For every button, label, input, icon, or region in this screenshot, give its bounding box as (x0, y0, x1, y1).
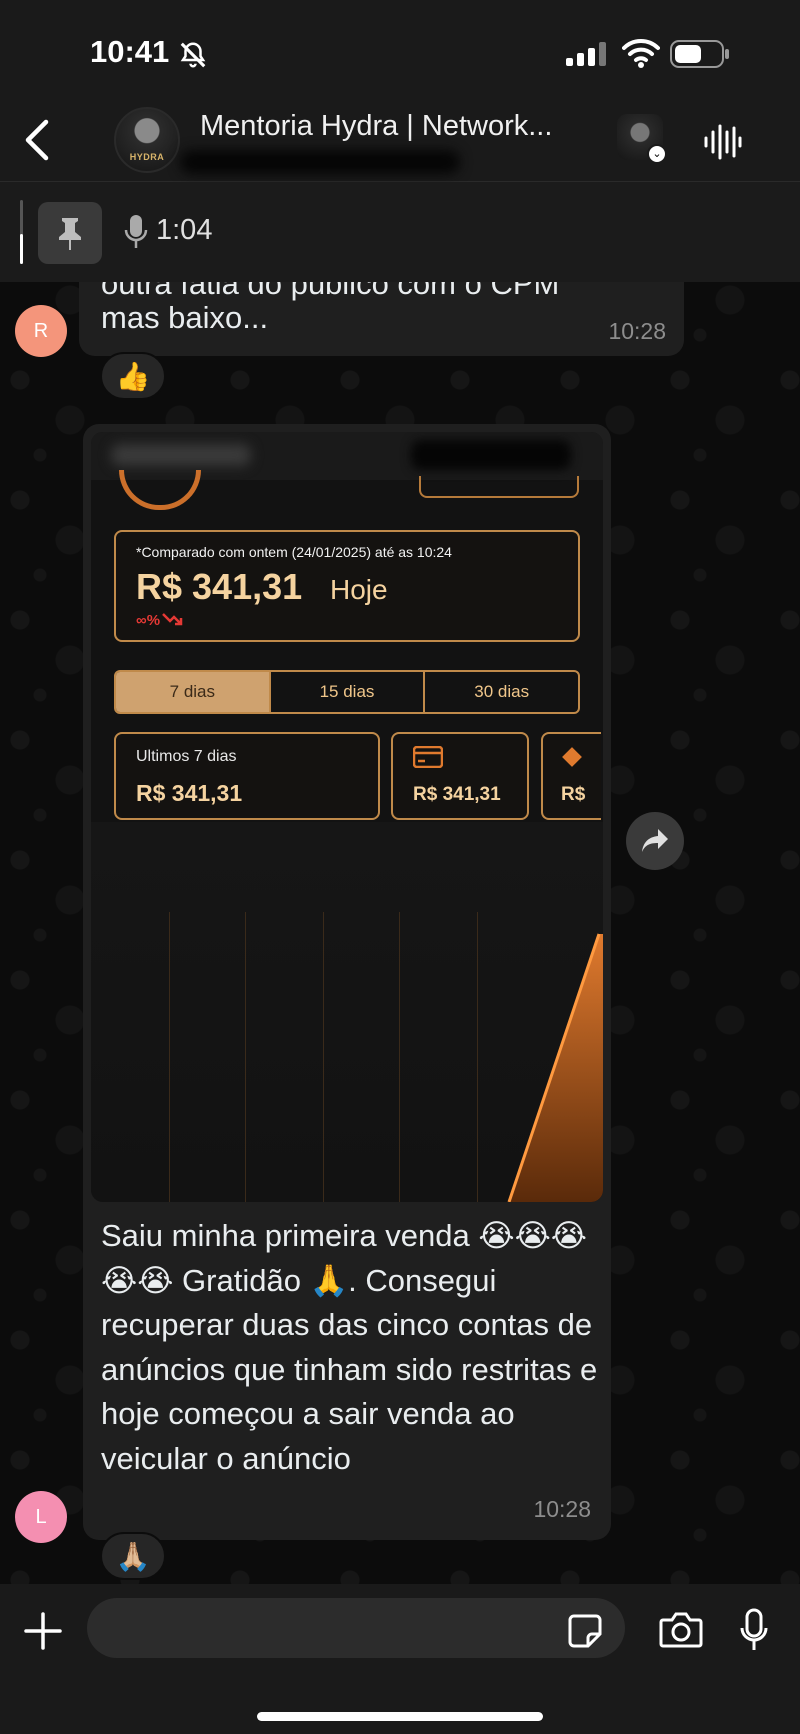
chart-series-area (507, 933, 603, 1202)
message-bubble[interactable]: outra fatia do público com o CPM mas bai… (79, 282, 684, 356)
hide-all-button (419, 476, 579, 498)
message-time: 10:28 (533, 1496, 591, 1522)
period-tabs: 7 dias 15 dias 30 dias (114, 670, 580, 714)
microphone-icon (124, 215, 148, 248)
message-text: Saiu minha primeira venda 😭😭😭😭😭 Gratidão… (101, 1218, 598, 1476)
stat-card-pix: R$ (541, 732, 601, 820)
brand-logo (119, 470, 201, 510)
credit-card-icon (413, 746, 443, 768)
compare-note: *Comparado com ontem (24/01/2025) até as… (136, 544, 452, 560)
today-value: R$ 341,31 (136, 566, 303, 607)
tab-7-dias: 7 dias (116, 672, 271, 712)
stat-card-credit-card: R$ 341,31 (391, 732, 529, 820)
stat-card-last-7-days: Ultimos 7 dias R$ 341,31 (114, 732, 380, 820)
microphone-icon[interactable] (739, 1608, 769, 1652)
group-call-avatar[interactable]: ⌄ (617, 114, 667, 164)
wifi-icon (622, 38, 660, 68)
message-bubble[interactable]: *Comparado com ontem (24/01/2025) até as… (83, 424, 611, 1540)
message-reaction[interactable]: 👍 (100, 352, 166, 400)
forward-icon (642, 829, 668, 852)
pinned-message-bar[interactable]: 1:04 (0, 182, 800, 282)
change-indicator: ∞% (136, 612, 184, 629)
message-time: 10:28 (608, 318, 666, 344)
pinned-indicator (20, 200, 23, 264)
plus-icon[interactable] (24, 1612, 62, 1650)
camera-icon[interactable] (659, 1612, 703, 1648)
tab-30-dias: 30 dias (474, 682, 530, 701)
pin-icon (59, 218, 81, 250)
bell-muted-icon (180, 42, 206, 68)
trend-down-icon (162, 613, 183, 626)
battery-icon (670, 40, 729, 68)
message-composer (0, 1584, 800, 1734)
status-bar: 10:41 (0, 0, 800, 100)
pix-icon (562, 747, 582, 767)
group-avatar[interactable]: HYDRA (114, 107, 180, 173)
stat-label: Ultimos 7 dias (136, 748, 237, 765)
message-text: mas baixo... (101, 300, 269, 335)
signal-icon (566, 42, 606, 66)
compare-card: *Comparado com ontem (24/01/2025) até as… (114, 530, 580, 642)
stat-value: R$ 341,31 (136, 780, 243, 806)
pin-button[interactable] (38, 202, 102, 264)
sales-chart (91, 822, 603, 1202)
screenshot-image: *Comparado com ontem (24/01/2025) até as… (91, 432, 603, 1202)
home-indicator (257, 1712, 543, 1721)
chat-title[interactable]: Mentoria Hydra | Network... (200, 110, 590, 143)
forward-button[interactable] (626, 812, 684, 870)
stat-value: R$ 341,31 (413, 784, 501, 805)
sticker-icon[interactable] (568, 1614, 602, 1648)
chat-header: HYDRA Mentoria Hydra | Network... ⌄ (0, 100, 800, 182)
sender-avatar[interactable]: R (15, 305, 67, 357)
status-time: 10:41 (90, 34, 170, 69)
today-label: Hoje (330, 574, 388, 605)
stat-value: R$ (561, 784, 586, 805)
message-reaction[interactable]: 🙏🏼 (100, 1532, 166, 1580)
message-input[interactable] (87, 1598, 625, 1658)
tab-15-dias: 15 dias (271, 672, 426, 712)
chevron-down-icon: ⌄ (647, 144, 667, 164)
back-chevron-icon[interactable] (22, 118, 52, 162)
group-avatar-label: HYDRA (129, 152, 165, 162)
sender-avatar[interactable]: L (15, 1491, 67, 1543)
pinned-audio-duration: 1:04 (156, 214, 213, 246)
redacted-subtitle (180, 150, 460, 174)
voice-chat-icon[interactable] (702, 122, 742, 162)
message-text-partial: outra fatia do público com o CPM (101, 282, 560, 301)
